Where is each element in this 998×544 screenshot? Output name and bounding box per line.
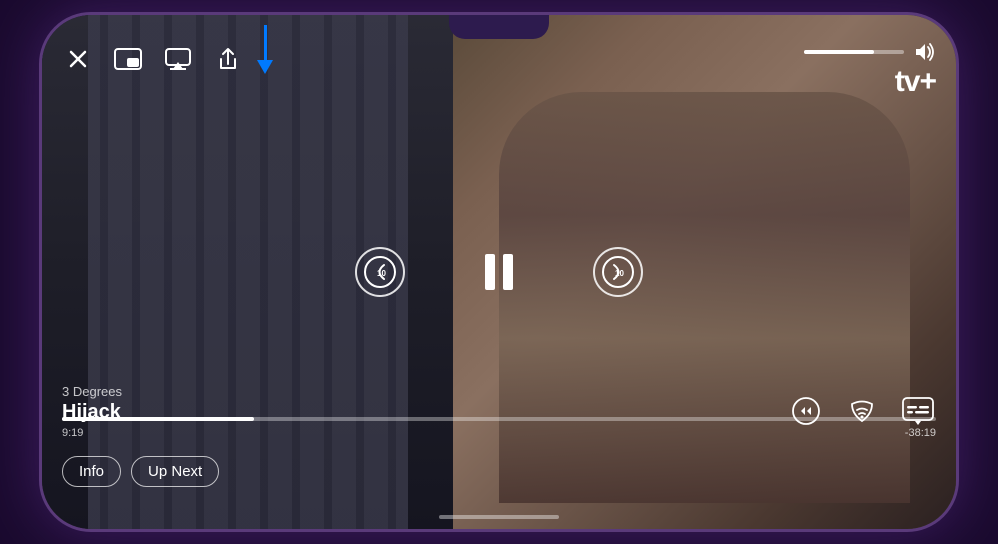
arrow-head	[257, 60, 273, 74]
audio-track-icon[interactable]	[844, 393, 880, 429]
info-button[interactable]: Info	[62, 456, 121, 487]
close-button[interactable]	[62, 43, 94, 75]
home-indicator	[439, 515, 559, 519]
volume-slider[interactable]	[804, 50, 904, 54]
bottom-bar: Info Up Next	[62, 456, 219, 487]
current-time: 9:19	[62, 427, 83, 439]
svg-text:10: 10	[615, 269, 624, 278]
tv-plus-text: tv+	[895, 65, 936, 99]
appletv-logo: tv+	[891, 65, 936, 99]
pause-bar-left	[485, 254, 495, 290]
notch	[449, 15, 549, 39]
bottom-right-toolbar	[788, 393, 936, 429]
svg-text:10: 10	[377, 269, 386, 278]
person-silhouette	[499, 92, 910, 503]
arrow-line	[264, 25, 267, 60]
skip-forward-button[interactable]: 10	[593, 247, 643, 297]
share-icon[interactable]	[212, 43, 244, 75]
show-name: 3 Degrees	[62, 384, 122, 399]
volume-icon	[914, 43, 936, 61]
playback-controls: 10 10	[355, 247, 643, 297]
airplay-icon[interactable]	[162, 43, 194, 75]
phone-container: tv+ 10 10	[0, 0, 998, 544]
phone-frame: tv+ 10 10	[39, 12, 959, 532]
subtitles-icon[interactable]	[900, 393, 936, 429]
progress-fill	[62, 417, 254, 421]
pause-bar-right	[503, 254, 513, 290]
picture-in-picture-icon[interactable]	[112, 43, 144, 75]
up-next-button[interactable]: Up Next	[131, 456, 219, 487]
skip-back-button[interactable]: 10	[355, 247, 405, 297]
playback-speed-icon[interactable]	[788, 393, 824, 429]
airplay-indicator-arrow	[257, 25, 273, 74]
volume-control[interactable]	[804, 43, 936, 61]
pause-button[interactable]	[485, 254, 513, 290]
volume-fill	[804, 50, 874, 54]
